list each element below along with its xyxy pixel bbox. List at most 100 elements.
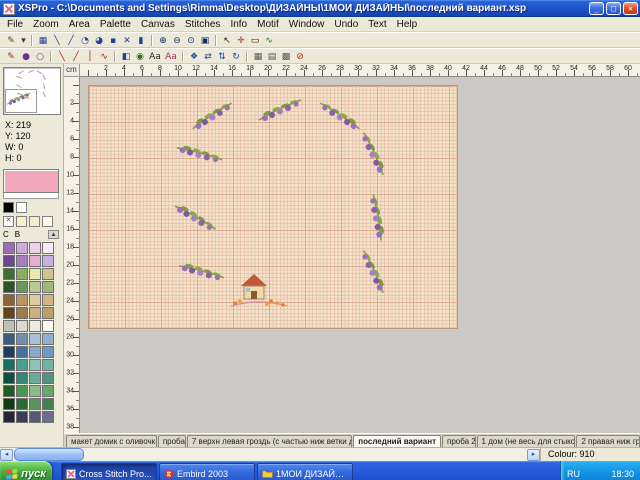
curve-tool-icon[interactable]: ∿ bbox=[97, 50, 111, 63]
palette-swatch[interactable] bbox=[42, 398, 54, 410]
palette-swatch[interactable] bbox=[16, 346, 28, 358]
scroll-left-icon[interactable]: ◂ bbox=[0, 449, 13, 461]
menu-file[interactable]: File bbox=[2, 18, 28, 31]
palette-swatch[interactable] bbox=[29, 255, 41, 267]
palette-swatch[interactable] bbox=[16, 385, 28, 397]
grid-toggle-icon[interactable]: ▦ bbox=[251, 50, 265, 63]
mini-swatch[interactable] bbox=[16, 202, 27, 213]
palette-swatch[interactable] bbox=[29, 307, 41, 319]
palette-swatch[interactable] bbox=[29, 372, 41, 384]
menu-palette[interactable]: Palette bbox=[95, 18, 136, 31]
palette-swatch[interactable] bbox=[16, 372, 28, 384]
palette-swatch[interactable] bbox=[16, 398, 28, 410]
palette-swatch[interactable] bbox=[16, 255, 28, 267]
palette-swatch[interactable] bbox=[29, 281, 41, 293]
palette-swatch[interactable] bbox=[16, 242, 28, 254]
palette-swatch[interactable] bbox=[16, 268, 28, 280]
menu-stitches[interactable]: Stitches bbox=[180, 18, 226, 31]
half-stitch-forward-icon[interactable]: ╱ bbox=[64, 34, 78, 47]
color-picker-icon[interactable]: ◉ bbox=[133, 50, 147, 63]
palette-swatch[interactable] bbox=[42, 346, 54, 358]
scroll-right-icon[interactable]: ▸ bbox=[527, 449, 540, 461]
double-stitch-icon[interactable]: ▮ bbox=[134, 34, 148, 47]
palette-swatch[interactable] bbox=[29, 294, 41, 306]
palette-swatch[interactable] bbox=[42, 281, 54, 293]
stitch-grid[interactable] bbox=[88, 85, 458, 329]
petite-stitch-icon[interactable]: ▪ bbox=[106, 34, 120, 47]
palette-swatch[interactable] bbox=[3, 268, 15, 280]
palette-swatch[interactable] bbox=[3, 346, 15, 358]
palette-swatch[interactable] bbox=[3, 372, 15, 384]
no-colour-swatch[interactable]: ✕ bbox=[3, 216, 14, 227]
taskbar-button[interactable]: Cross Stitch Pro... bbox=[61, 463, 157, 480]
palette-swatch[interactable] bbox=[29, 320, 41, 332]
straight-line-icon[interactable]: │ bbox=[83, 50, 97, 63]
palette-swatch[interactable] bbox=[42, 320, 54, 332]
palette-swatch[interactable] bbox=[42, 411, 54, 423]
palette-swatch[interactable] bbox=[42, 333, 54, 345]
bead-tool-icon[interactable]: ○ bbox=[33, 50, 47, 63]
zoom-area-icon[interactable]: ⊙ bbox=[184, 34, 198, 47]
palette-swatch[interactable] bbox=[29, 398, 41, 410]
mini-swatch[interactable] bbox=[29, 216, 40, 227]
current-color-swatch[interactable] bbox=[3, 169, 59, 193]
pencil-tool-icon[interactable]: ✎ bbox=[3, 34, 19, 47]
mini-swatch[interactable] bbox=[42, 216, 53, 227]
pattern-tab[interactable]: проба 2 bbox=[442, 435, 476, 447]
delete-tool-icon[interactable]: ⊘ bbox=[293, 50, 307, 63]
palette-swatch[interactable] bbox=[29, 242, 41, 254]
palette-swatch[interactable] bbox=[29, 333, 41, 345]
pattern-tab[interactable]: 2 правая ниж гр... bbox=[576, 435, 640, 447]
text-tool-icon[interactable]: Aa bbox=[147, 50, 163, 63]
backstitch-icon[interactable]: ╲ bbox=[55, 50, 69, 63]
backstitch-forward-icon[interactable]: ╱ bbox=[69, 50, 83, 63]
full-stitch-icon[interactable]: ▦ bbox=[36, 34, 50, 47]
palette-swatch[interactable] bbox=[3, 242, 15, 254]
close-button[interactable]: ✕ bbox=[623, 2, 638, 15]
palette-swatch[interactable] bbox=[3, 255, 15, 267]
palette-swatch[interactable] bbox=[42, 372, 54, 384]
quarter-stitch-icon[interactable]: ◔ bbox=[78, 34, 92, 47]
minimize-button[interactable]: _ bbox=[589, 2, 604, 15]
language-indicator[interactable]: RU bbox=[567, 469, 580, 479]
menu-area[interactable]: Area bbox=[64, 18, 95, 31]
pattern-tab[interactable]: 7 верхн левая гроздь (с частью ниж ветки… bbox=[187, 435, 352, 447]
text-color-tool-icon[interactable]: Aa bbox=[163, 50, 179, 63]
rows-toggle-icon[interactable]: ▤ bbox=[265, 50, 279, 63]
palette-swatch[interactable] bbox=[3, 294, 15, 306]
pattern-view-icon[interactable]: ▩ bbox=[279, 50, 293, 63]
menu-motif[interactable]: Motif bbox=[252, 18, 284, 31]
palette-swatch[interactable] bbox=[3, 320, 15, 332]
palette-swatch[interactable] bbox=[3, 398, 15, 410]
tray-clock[interactable]: 18:30 bbox=[611, 469, 634, 479]
taskbar-button[interactable]: 1МОИ ДИЗАЙНЫ bbox=[257, 463, 353, 480]
start-button[interactable]: пуск bbox=[0, 461, 52, 480]
palette-swatch[interactable] bbox=[42, 268, 54, 280]
move-tool-icon[interactable]: ✛ bbox=[234, 34, 248, 47]
menu-undo[interactable]: Undo bbox=[329, 18, 363, 31]
menu-canvas[interactable]: Canvas bbox=[136, 18, 180, 31]
palette-swatch[interactable] bbox=[42, 385, 54, 397]
maximize-button[interactable]: □ bbox=[606, 2, 621, 15]
palette-swatch[interactable] bbox=[42, 359, 54, 371]
palette-swatch[interactable] bbox=[29, 268, 41, 280]
palette-swatch[interactable] bbox=[29, 359, 41, 371]
palette-scroll-up-icon[interactable]: ▲ bbox=[48, 230, 59, 239]
menu-text[interactable]: Text bbox=[363, 18, 391, 31]
pattern-tab[interactable]: 1 дом (не весь для стыковки) bbox=[477, 435, 576, 447]
fill-tool-icon[interactable]: ◧ bbox=[119, 50, 133, 63]
palette-swatch[interactable] bbox=[3, 307, 15, 319]
palette-swatch[interactable] bbox=[42, 294, 54, 306]
flip-vertical-icon[interactable]: ⇅ bbox=[215, 50, 229, 63]
palette-swatch[interactable] bbox=[16, 320, 28, 332]
palette-swatch[interactable] bbox=[16, 359, 28, 371]
palette-swatch[interactable] bbox=[29, 346, 41, 358]
rotate-icon[interactable]: ↻ bbox=[229, 50, 243, 63]
scrollbar-thumb[interactable] bbox=[14, 448, 84, 461]
pattern-tab[interactable]: проба bbox=[158, 435, 186, 447]
palette-swatch[interactable] bbox=[42, 255, 54, 267]
select-rect-icon[interactable]: ▭ bbox=[248, 34, 262, 47]
mini-swatch[interactable] bbox=[16, 216, 27, 227]
menu-help[interactable]: Help bbox=[392, 18, 423, 31]
cross-stitch-icon[interactable]: ✕ bbox=[120, 34, 134, 47]
